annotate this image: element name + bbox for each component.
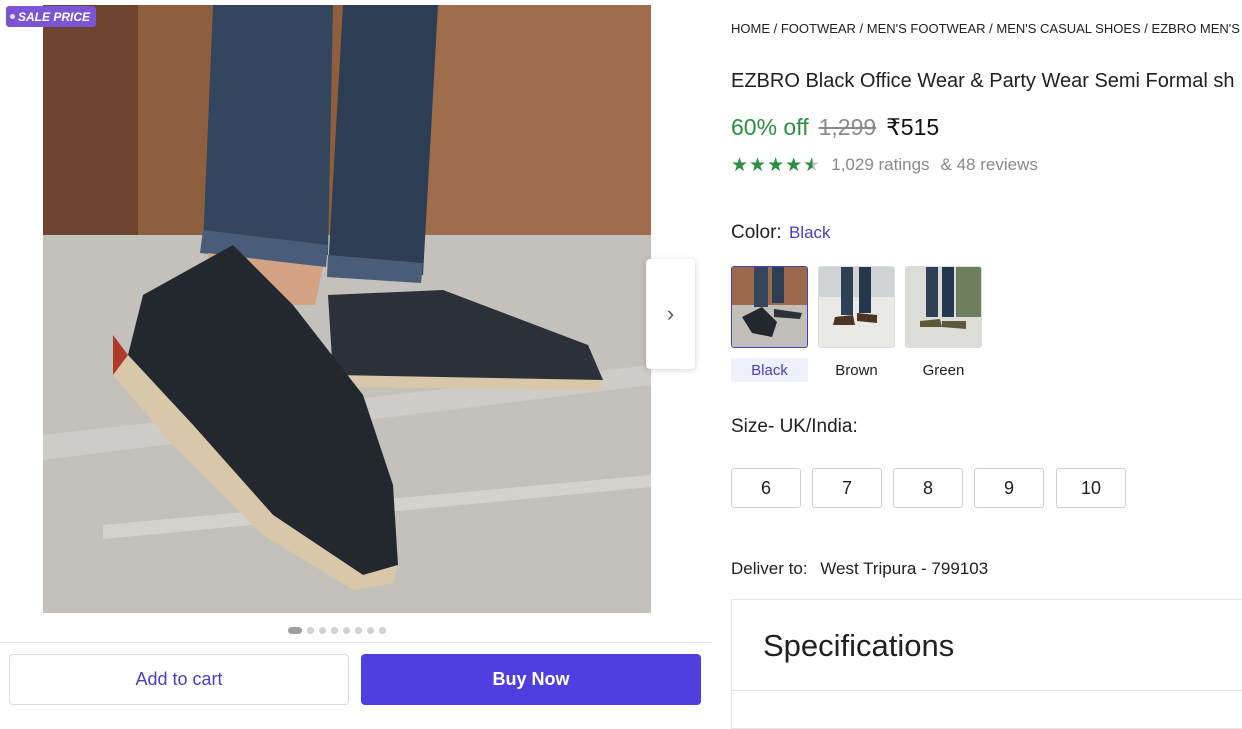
color-option-label[interactable]: Green bbox=[905, 358, 982, 382]
rating-row[interactable]: ★ ★ ★ ★ ★ 1,029 ratings & 48 reviews bbox=[731, 155, 1038, 175]
badge-label: SALE PRICE bbox=[18, 9, 91, 24]
reviews-count: & 48 reviews bbox=[940, 155, 1038, 174]
product-title: EZBRO Black Office Wear & Party Wear Sem… bbox=[731, 70, 1235, 92]
size-option[interactable]: 7 bbox=[812, 468, 882, 508]
sale-price-badge: SALE PRICE bbox=[6, 6, 97, 27]
pagination-dot[interactable] bbox=[331, 627, 338, 634]
selected-color-value: Black bbox=[788, 223, 831, 242]
ratings-count: 1,029 ratings bbox=[831, 155, 930, 174]
pagination-dot[interactable] bbox=[343, 627, 350, 634]
size-option[interactable]: 8 bbox=[893, 468, 963, 508]
divider bbox=[732, 690, 1242, 691]
size-selector-label: Size- UK/India: bbox=[731, 416, 858, 437]
buy-now-button[interactable]: Buy Now bbox=[361, 654, 701, 705]
next-image-button[interactable]: › bbox=[646, 259, 695, 369]
pagination-dot[interactable] bbox=[288, 627, 302, 634]
add-to-cart-label: Add to cart bbox=[135, 669, 223, 689]
breadcrumb[interactable]: HOME / FOOTWEAR / MEN'S FOOTWEAR / MEN'S… bbox=[731, 21, 1242, 36]
mrp-price: 1,299 bbox=[818, 114, 877, 140]
color-selector-label: Color: Black bbox=[731, 222, 831, 244]
color-swatch-brown[interactable] bbox=[818, 266, 895, 348]
product-main-image[interactable] bbox=[43, 5, 651, 613]
buy-now-label: Buy Now bbox=[492, 669, 570, 689]
star-icon: ★ bbox=[749, 154, 767, 176]
color-option-label[interactable]: Black bbox=[731, 358, 808, 382]
star-icon: ★ bbox=[785, 154, 803, 176]
product-photo-illustration bbox=[43, 5, 651, 613]
size-option[interactable]: 10 bbox=[1056, 468, 1126, 508]
swatch-brown-image bbox=[819, 267, 894, 347]
swatch-green-image bbox=[906, 267, 981, 347]
size-option[interactable]: 9 bbox=[974, 468, 1044, 508]
divider bbox=[0, 642, 712, 643]
color-swatch-green[interactable] bbox=[905, 266, 982, 348]
specifications-panel[interactable]: Specifications bbox=[731, 599, 1242, 729]
swatch-black-image bbox=[732, 267, 807, 347]
color-label: Color: bbox=[731, 222, 782, 243]
color-swatch-black[interactable] bbox=[731, 266, 808, 348]
price-row: 60% off 1,299 ₹515 bbox=[731, 114, 939, 141]
star-rating: ★ ★ ★ ★ ★ bbox=[731, 156, 820, 175]
deliver-label: Deliver to: bbox=[731, 559, 808, 578]
chevron-right-icon: › bbox=[666, 301, 675, 326]
specifications-title: Specifications bbox=[763, 628, 955, 663]
size-option[interactable]: 6 bbox=[731, 468, 801, 508]
delivery-location[interactable]: Deliver to: West Tripura - 799103 bbox=[731, 559, 988, 579]
pagination-dot[interactable] bbox=[319, 627, 326, 634]
discount-label: 60% off bbox=[731, 114, 809, 140]
deliver-pincode: West Tripura - 799103 bbox=[820, 559, 989, 578]
star-icon: ★ bbox=[731, 154, 749, 176]
color-option-label[interactable]: Brown bbox=[818, 358, 895, 382]
pagination-dot[interactable] bbox=[355, 627, 362, 634]
star-half-icon: ★ bbox=[803, 154, 821, 176]
badge-dot-icon bbox=[10, 14, 15, 19]
pagination-dot[interactable] bbox=[367, 627, 374, 634]
selling-price: ₹515 bbox=[886, 114, 940, 140]
image-pagination-dots bbox=[288, 627, 386, 634]
pagination-dot[interactable] bbox=[379, 627, 386, 634]
star-icon: ★ bbox=[767, 154, 785, 176]
add-to-cart-button[interactable]: Add to cart bbox=[9, 654, 349, 705]
pagination-dot[interactable] bbox=[307, 627, 314, 634]
